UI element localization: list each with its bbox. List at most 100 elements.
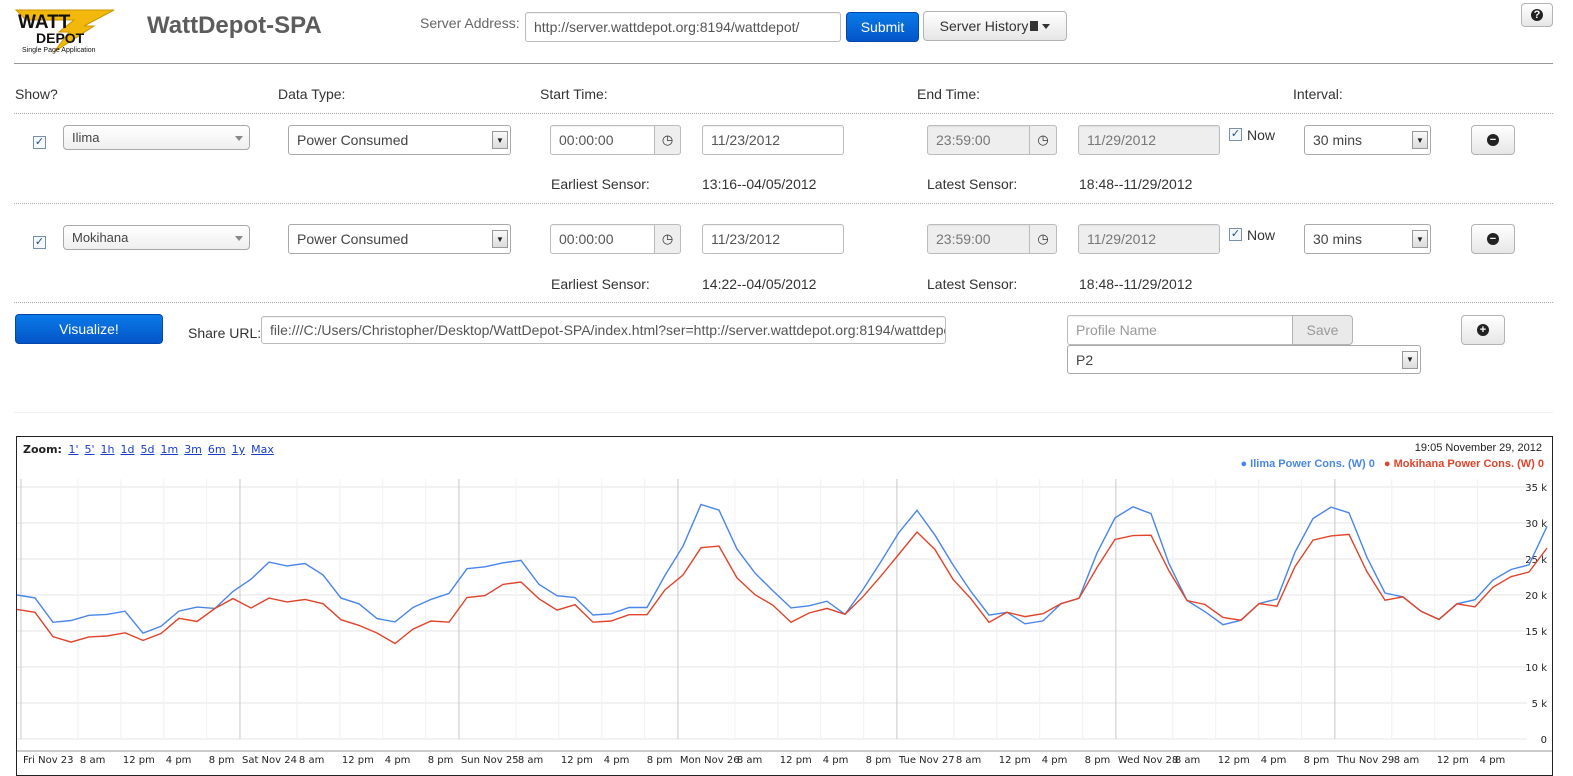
now-label: Now bbox=[1247, 227, 1276, 243]
x-tick-label: 8 am bbox=[1394, 755, 1419, 766]
x-tick-label: 12 pm bbox=[1437, 755, 1469, 766]
zoom-option[interactable]: 5d bbox=[140, 443, 154, 456]
data-type-label: Power Consumed bbox=[297, 231, 409, 247]
col-start-time: Start Time: bbox=[540, 86, 608, 102]
clock-icon[interactable]: ◷ bbox=[654, 125, 681, 155]
submit-button[interactable]: Submit bbox=[846, 12, 919, 42]
start-time-input-mokihana[interactable]: 00:00:00 bbox=[550, 224, 655, 254]
caret-down-icon bbox=[235, 135, 243, 141]
x-tick-label: Wed Nov 28 bbox=[1118, 755, 1178, 766]
x-tick-label: 8 am bbox=[518, 755, 543, 766]
x-tick-label: 12 pm bbox=[342, 755, 374, 766]
source-select-ilima[interactable]: Ilima bbox=[63, 125, 250, 150]
zoom-option[interactable]: 1y bbox=[232, 443, 246, 456]
earliest-sensor-value: 14:22--04/05/2012 bbox=[702, 276, 817, 292]
col-interval: Interval: bbox=[1293, 86, 1343, 102]
legend-value: 0 bbox=[1537, 458, 1544, 470]
legend-item-mokihana[interactable]: ● Mokihana Power Cons. (W) 0 bbox=[1384, 458, 1544, 470]
zoom-option[interactable]: 5' bbox=[84, 443, 94, 456]
clock-icon: ◷ bbox=[1029, 224, 1057, 254]
end-time-input-mokihana: 23:59:00 bbox=[927, 224, 1030, 254]
data-type-select-ilima[interactable]: Power Consumed ▼ bbox=[288, 125, 511, 155]
zoom-option[interactable]: 1h bbox=[101, 443, 115, 456]
share-url-input[interactable]: file:///C:/Users/Christopher/Desktop/Wat… bbox=[261, 316, 946, 344]
dropdown-arrow-icon: ▼ bbox=[1412, 230, 1428, 248]
remove-row-button-ilima[interactable]: − bbox=[1471, 125, 1515, 155]
x-tick-label: 12 pm bbox=[999, 755, 1031, 766]
zoom-option[interactable]: 3m bbox=[184, 443, 202, 456]
now-checkbox-ilima[interactable]: ✓ bbox=[1229, 128, 1242, 141]
x-tick-label: Fri Nov 23 bbox=[23, 755, 74, 766]
zoom-option[interactable]: 1' bbox=[68, 443, 78, 456]
x-tick-label: Thu Nov 29 bbox=[1336, 755, 1394, 766]
col-data-type: Data Type: bbox=[278, 86, 346, 102]
zoom-option[interactable]: 1m bbox=[160, 443, 178, 456]
x-tick-label: 4 pm bbox=[1261, 755, 1287, 766]
rows-top-divider bbox=[14, 113, 1553, 114]
logo-subtitle: Single Page Application bbox=[22, 47, 96, 54]
x-tick-label: 4 pm bbox=[1042, 755, 1068, 766]
zoom-option[interactable]: 6m bbox=[208, 443, 226, 456]
chart-plot-area[interactable]: 05 k10 k15 k20 k25 k30 k35 kFri Nov 23 8 … bbox=[17, 477, 1552, 775]
x-tick-label: 8 pm bbox=[647, 755, 673, 766]
now-label: Now bbox=[1247, 127, 1276, 143]
show-checkbox-ilima[interactable]: ✓ bbox=[33, 136, 46, 149]
dropdown-arrow-icon: ▼ bbox=[492, 131, 508, 149]
interval-select-ilima[interactable]: 30 mins ▼ bbox=[1304, 125, 1431, 155]
x-tick-label: 4 pm bbox=[604, 755, 630, 766]
legend-value: 0 bbox=[1368, 458, 1375, 470]
series-line bbox=[17, 530, 1548, 645]
now-checkbox-mokihana[interactable]: ✓ bbox=[1229, 228, 1242, 241]
server-history-button[interactable]: Server History bbox=[923, 11, 1067, 41]
y-tick-label: 10 k bbox=[1525, 663, 1547, 674]
logo-depot-text: DEPOT bbox=[36, 30, 85, 46]
minus-circle-icon: − bbox=[1487, 233, 1499, 245]
chart-legend: ● Ilima Power Cons. (W) 0 ● Mokihana Pow… bbox=[1240, 458, 1544, 470]
zoom-option[interactable]: Max bbox=[251, 443, 274, 456]
remove-row-button-mokihana[interactable]: − bbox=[1471, 224, 1515, 254]
start-date-input-ilima[interactable]: 11/23/2012 bbox=[702, 125, 844, 155]
server-address-input[interactable]: http://server.wattdepot.org:8194/wattdep… bbox=[525, 12, 841, 42]
col-show: Show? bbox=[15, 86, 58, 102]
row-divider bbox=[14, 203, 1553, 204]
show-checkbox-mokihana[interactable]: ✓ bbox=[33, 236, 46, 249]
profile-name-input[interactable]: Profile Name bbox=[1067, 315, 1293, 345]
source-select-label: Mokihana bbox=[72, 230, 129, 245]
x-tick-label: 12 pm bbox=[561, 755, 593, 766]
x-tick-label: 4 pm bbox=[823, 755, 849, 766]
start-date-input-mokihana[interactable]: 11/23/2012 bbox=[702, 224, 844, 254]
latest-sensor-label: Latest Sensor: bbox=[927, 276, 1018, 292]
interval-select-mokihana[interactable]: 30 mins ▼ bbox=[1304, 224, 1431, 254]
x-tick-label: 4 pm bbox=[385, 755, 411, 766]
add-row-button[interactable]: + bbox=[1461, 315, 1505, 345]
x-tick-label: Sun Nov 25 bbox=[461, 755, 519, 766]
section-divider bbox=[14, 412, 1553, 413]
power-chart: Zoom: 1' 5' 1h 1d 5d 1m 3m 6m 1y Max 19:05 Novemb… bbox=[16, 436, 1553, 776]
latest-sensor-value: 18:48--11/29/2012 bbox=[1079, 176, 1193, 192]
save-profile-button[interactable]: Save bbox=[1292, 315, 1353, 345]
clock-icon[interactable]: ◷ bbox=[654, 224, 681, 254]
x-tick-label: 8 am bbox=[737, 755, 762, 766]
help-button[interactable]: ? bbox=[1521, 3, 1553, 27]
caret-down-icon bbox=[1042, 23, 1051, 29]
minus-circle-icon: − bbox=[1487, 134, 1499, 146]
profile-select[interactable]: P2 ▼ bbox=[1067, 345, 1421, 374]
data-type-select-mokihana[interactable]: Power Consumed ▼ bbox=[288, 224, 511, 254]
source-select-mokihana[interactable]: Mokihana bbox=[63, 225, 250, 250]
source-select-label: Ilima bbox=[72, 130, 100, 145]
start-time-input-ilima[interactable]: 00:00:00 bbox=[550, 125, 655, 155]
earliest-sensor-label: Earliest Sensor: bbox=[551, 276, 650, 292]
x-tick-label: Mon Nov 26 bbox=[680, 755, 740, 766]
x-tick-label: 4 pm bbox=[166, 755, 192, 766]
chart-date-display: 19:05 November 29, 2012 bbox=[1414, 442, 1542, 454]
visualize-button[interactable]: Visualize! bbox=[15, 314, 163, 344]
x-tick-label: 12 pm bbox=[123, 755, 155, 766]
col-end-time: End Time: bbox=[917, 86, 981, 102]
x-tick-label: 8 pm bbox=[1085, 755, 1111, 766]
dropdown-arrow-icon: ▼ bbox=[492, 230, 508, 248]
zoom-option[interactable]: 1d bbox=[121, 443, 135, 456]
latest-sensor-value: 18:48--11/29/2012 bbox=[1079, 276, 1193, 292]
x-tick-label: 8 pm bbox=[866, 755, 892, 766]
earliest-sensor-label: Earliest Sensor: bbox=[551, 176, 650, 192]
legend-item-ilima[interactable]: ● Ilima Power Cons. (W) 0 bbox=[1240, 458, 1374, 470]
